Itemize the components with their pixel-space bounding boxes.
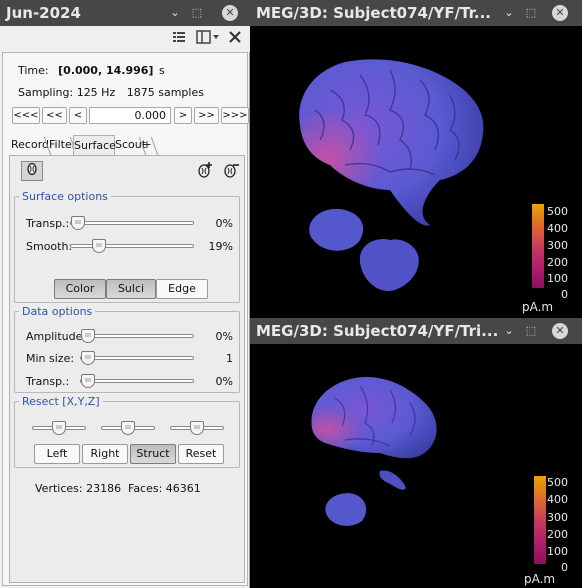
faces-count: Faces: 46361: [128, 482, 201, 495]
resect-legend: Resect [X,Y,Z]: [22, 395, 100, 408]
slider-thumb[interactable]: [71, 216, 85, 230]
sampling-label: Sampling: 125 Hz: [18, 86, 116, 99]
vertices-count: Vertices: 23186: [35, 482, 122, 495]
panel-toolbar: [0, 26, 250, 52]
data-transp-value: 0%: [215, 375, 233, 388]
resect-z-slider[interactable]: [170, 421, 224, 435]
nav-prev-button[interactable]: <: [69, 107, 87, 124]
resect-right-button[interactable]: Right: [82, 444, 128, 464]
colorbar-tick: 500: [547, 205, 568, 218]
edge-button[interactable]: Edge: [156, 279, 208, 299]
smooth-slider[interactable]: [70, 239, 194, 253]
min-size-slider[interactable]: [80, 351, 194, 365]
colorbar-tick: 400: [547, 493, 568, 506]
time-nav-row: <<< << < 0.000 > >> >>>: [12, 107, 249, 125]
data-options-legend: Data options: [22, 305, 93, 318]
surface-toggle-button[interactable]: [21, 161, 43, 181]
amplitude-slider[interactable]: [80, 329, 194, 343]
slider-thumb[interactable]: [81, 329, 95, 343]
tab-surface[interactable]: Surface: [73, 135, 116, 155]
close-icon[interactable]: [226, 30, 244, 48]
panel-title: Jun-2024: [6, 4, 81, 22]
cerebellum-surface: [309, 208, 364, 251]
nav-last-button[interactable]: >>>: [221, 107, 249, 124]
resect-y-slider[interactable]: [101, 421, 155, 435]
brainstem-surface: [359, 239, 419, 291]
slider-thumb[interactable]: [52, 421, 66, 435]
time-row: Time: [0.000, 14.996] s: [18, 64, 165, 77]
colorbar-tick: 400: [547, 222, 568, 235]
amplitude-label: Amplitude:: [26, 330, 87, 343]
colorbar-tick: 300: [547, 239, 568, 252]
nav-next-big-button[interactable]: >>: [194, 107, 219, 124]
time-label: Time:: [18, 64, 49, 77]
smooth-label: Smooth:: [26, 240, 73, 253]
minimize-button[interactable]: ⌄: [168, 0, 182, 26]
brain-render-bottom[interactable]: [250, 318, 582, 588]
panel-title-bar[interactable]: Jun-2024 ⌄ ⬚ ✕: [0, 0, 250, 26]
brainstem-surface: [379, 470, 406, 490]
surface-options-legend: Surface options: [22, 190, 108, 203]
display-panel: Time: [0.000, 14.996] s Sampling: 125 Hz…: [2, 52, 249, 586]
remove-surface-icon[interactable]: [222, 161, 242, 181]
sampling-row: Sampling: 125 Hz 1875 samples: [18, 86, 204, 99]
amplitude-value: 0%: [215, 330, 233, 343]
slider-thumb[interactable]: [81, 374, 95, 388]
window-close-button[interactable]: ✕: [222, 5, 238, 21]
cortex-surface: [299, 59, 484, 226]
colorbar-tick: 500: [547, 476, 568, 489]
time-unit: s: [158, 64, 165, 77]
nav-prev-big-button[interactable]: <<: [42, 107, 67, 124]
sulci-button[interactable]: Sulci: [106, 279, 156, 299]
figure-3d-top: MEG/3D: Subject074/YF/Tr... ⌄ ⬚ ✕ 500 40…: [250, 0, 582, 316]
add-surface-icon[interactable]: [196, 161, 216, 181]
surface-tab-content: Surface options Transp.: 0% Smooth: 19% …: [9, 155, 245, 583]
colorbar-tick: 200: [547, 528, 568, 541]
color-button[interactable]: Color: [54, 279, 106, 299]
min-size-value: 1: [226, 352, 233, 365]
nav-first-button[interactable]: <<<: [12, 107, 40, 124]
brainstorm-panel-window: Jun-2024 ⌄ ⬚ ✕ Time: [0.000, 14.996] s S…: [0, 0, 250, 588]
figure-3d-bottom: MEG/3D: Subject074/YF/Tri... ⌄ ⬚ ✕ 500 4…: [250, 318, 582, 588]
layout-icon[interactable]: [195, 30, 221, 48]
data-transp-slider[interactable]: [80, 374, 194, 388]
data-transp-label: Transp.:: [26, 375, 70, 388]
surface-transp-value: 0%: [215, 217, 233, 230]
slider-thumb[interactable]: [121, 421, 135, 435]
surface-transp-slider[interactable]: [70, 216, 194, 230]
colorbar-unit: pA.m: [522, 300, 554, 314]
smooth-value: 19%: [208, 240, 233, 253]
resect-reset-button[interactable]: Reset: [178, 444, 224, 464]
samples-count: 1875 samples: [126, 86, 204, 99]
slider-thumb[interactable]: [190, 421, 204, 435]
colorbar-tick: 300: [547, 511, 568, 524]
colorbar-tick: 200: [547, 256, 568, 269]
cerebellum-surface: [325, 493, 367, 526]
slider-thumb[interactable]: [81, 351, 95, 365]
colorbar-tick: 100: [547, 272, 568, 285]
colorbar-unit: pA.m: [524, 572, 556, 586]
time-range: [0.000, 14.996]: [58, 64, 154, 77]
current-time-field[interactable]: 0.000: [89, 107, 171, 124]
resect-struct-button[interactable]: Struct: [130, 444, 176, 464]
restore-button[interactable]: ⬚: [190, 0, 204, 26]
surface-transp-label: Transp.:: [26, 217, 70, 230]
slider-thumb[interactable]: [91, 239, 106, 253]
list-icon[interactable]: [170, 30, 188, 48]
resect-left-button[interactable]: Left: [34, 444, 80, 464]
min-size-label: Min size:: [26, 352, 75, 365]
resect-x-slider[interactable]: [32, 421, 86, 435]
nav-next-button[interactable]: >: [174, 107, 192, 124]
cortex-surface: [311, 377, 437, 459]
colorbar-tick: 100: [547, 545, 568, 558]
